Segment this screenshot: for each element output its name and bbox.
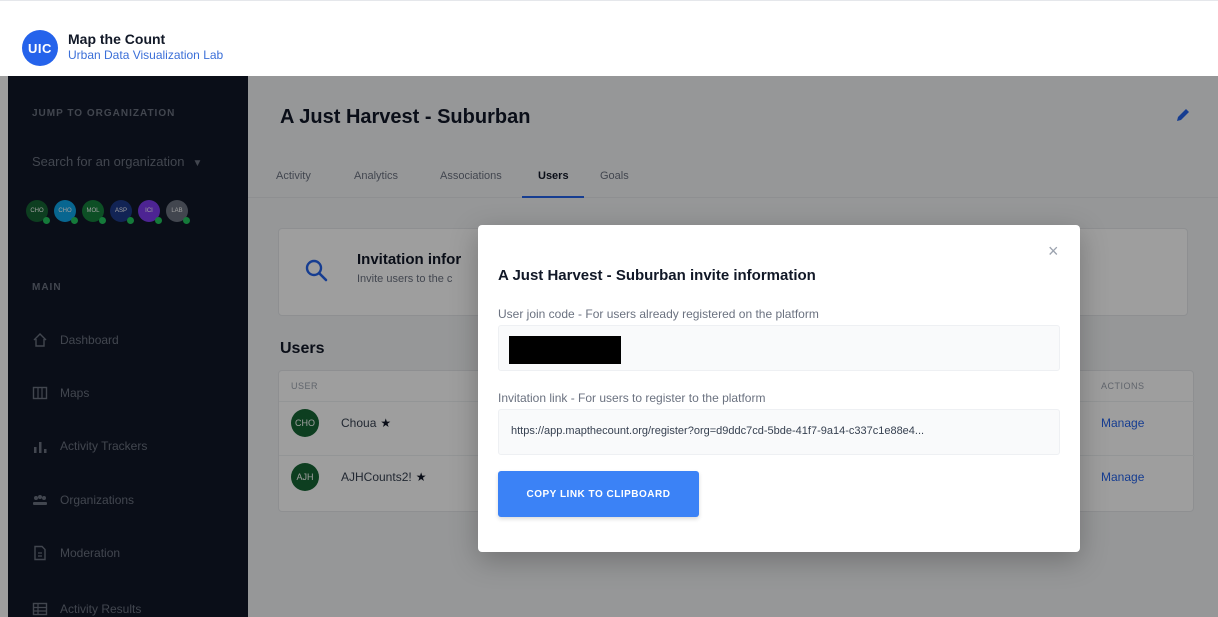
redacted-join-code	[509, 336, 621, 364]
invite-info-modal: × A Just Harvest - Suburban invite infor…	[478, 225, 1080, 552]
app-subtitle: Urban Data Visualization Lab	[68, 48, 224, 62]
modal-title: A Just Harvest - Suburban invite informa…	[498, 267, 816, 284]
uic-logo[interactable]: UIC	[22, 30, 58, 66]
top-header: UIC Map the Count Urban Data Visualizati…	[0, 0, 1218, 76]
close-icon[interactable]: ×	[1048, 241, 1059, 262]
copy-link-button[interactable]: COPY LINK TO CLIPBOARD	[498, 471, 699, 517]
app-title: Map the Count	[68, 31, 166, 47]
invite-link-field[interactable]: https://app.mapthecount.org/register?org…	[498, 409, 1060, 455]
join-code-label: User join code - For users already regis…	[498, 307, 819, 321]
join-code-field[interactable]	[498, 325, 1060, 371]
invite-link-label: Invitation link - For users to register …	[498, 391, 766, 405]
invite-link-text: https://app.mapthecount.org/register?org…	[511, 425, 925, 437]
